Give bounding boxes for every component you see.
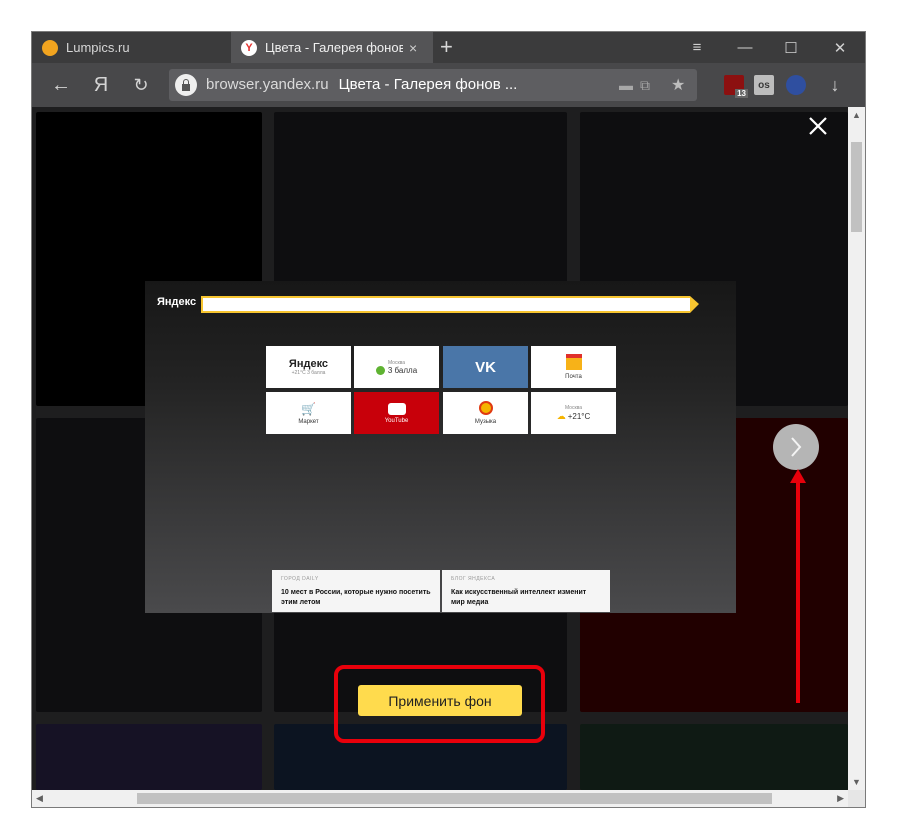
tab-color-gallery[interactable]: Y Цвета - Галерея фонов × [231, 32, 433, 63]
back-arrow-icon[interactable]: ← [42, 63, 80, 107]
comment-icon[interactable]: ▬ [619, 77, 633, 93]
scrollbar-corner [848, 790, 865, 807]
sd-title: Музыка [474, 419, 497, 425]
speed-dial-tile: Яндекс +21°C 3 балла [266, 346, 351, 388]
new-tab-plus-icon[interactable]: + [440, 34, 453, 60]
mail-icon [565, 354, 582, 370]
vpn-globe-icon[interactable] [786, 75, 806, 95]
music-icon [478, 401, 493, 415]
url-text[interactable]: browser.yandex.ru Цвета - Галерея фонов .… [206, 76, 517, 93]
scroll-left-icon[interactable]: ◀ [36, 793, 43, 804]
yandex-logo: Яндекс [157, 296, 197, 308]
vertical-scroll-thumb[interactable] [851, 142, 862, 232]
news-source: БЛОГ ЯНДЕКСА [451, 576, 496, 582]
tab-title: Lumpics.ru [66, 40, 130, 55]
url-host: browser.yandex.ru [206, 76, 329, 93]
preview-search-bar [201, 296, 699, 313]
yandex-button[interactable]: Я [82, 63, 120, 107]
bookmark-star-icon[interactable]: ★ [671, 75, 685, 95]
sd-sub: +21°C 3 балла [291, 370, 326, 376]
ublock-count: 13 [735, 89, 748, 98]
sd-title: Яндекс [288, 358, 329, 370]
weather-icon: ☁ [556, 410, 566, 421]
background-tile[interactable] [36, 724, 262, 790]
sd-value: 3 балла [375, 365, 417, 375]
news-headline: 10 мест в России, которые нужно посетить… [281, 589, 431, 606]
vertical-scrollbar[interactable]: ▲ ▼ [848, 107, 865, 790]
news-card: БЛОГ ЯНДЕКСА Как искусственный интеллект… [442, 570, 610, 612]
news-card: ГОРОД DAILY 10 мест в России, которые ну… [272, 570, 440, 612]
minimize-icon[interactable]: — [722, 32, 768, 63]
close-window-icon[interactable]: ✕ [817, 32, 863, 63]
apply-background-button[interactable]: Применить фон [358, 685, 522, 716]
cart-icon: 🛒 [301, 401, 316, 416]
ublock-icon[interactable]: 13 [724, 75, 748, 98]
horizontal-scrollbar[interactable]: ◀ ▶ [32, 790, 848, 807]
chevron-right-icon [791, 437, 802, 457]
speed-dial-tile: Музыка [443, 392, 528, 434]
page-title-in-omnibox: Цвета - Галерея фонов ... [338, 76, 518, 93]
yandex-favicon-icon: Y [241, 39, 257, 56]
tab-title: Цвета - Галерея фонов [265, 40, 403, 55]
scroll-up-icon[interactable]: ▲ [852, 110, 861, 120]
download-icon[interactable]: ↓ [816, 63, 854, 107]
vk-logo-icon: VK [475, 358, 496, 376]
gallery-viewport: Яндекс Яндекс +21°C 3 балла Москва 3 бал… [32, 107, 848, 790]
scroll-down-icon[interactable]: ▼ [852, 777, 861, 787]
speed-dial-tile: Почта [531, 346, 616, 388]
sd-title: YouTube [384, 417, 409, 424]
tab-close-icon[interactable]: × [409, 40, 417, 56]
speed-dial-tile: VK [443, 346, 528, 388]
sd-title: Маркет [298, 418, 319, 425]
menu-icon[interactable]: ≡ [674, 32, 720, 63]
speed-dial-tile: Москва ☁ +21°C [531, 392, 616, 434]
translate-icon[interactable]: ⧉ [640, 77, 650, 94]
horizontal-scroll-thumb[interactable] [137, 793, 772, 804]
scroll-right-icon[interactable]: ▶ [837, 793, 844, 804]
lumpics-favicon-icon [42, 39, 58, 56]
traffic-icon [375, 365, 385, 375]
address-bar[interactable]: browser.yandex.ru Цвета - Галерея фонов .… [169, 69, 697, 101]
lock-icon[interactable] [175, 74, 197, 96]
annotation-arrow [790, 469, 806, 703]
reload-icon[interactable]: ↻ [122, 63, 160, 107]
close-gallery-icon[interactable] [807, 115, 829, 137]
next-background-button[interactable] [773, 424, 819, 470]
sd-title: Почта [565, 374, 582, 380]
tab-lumpics[interactable]: Lumpics.ru [32, 32, 228, 63]
background-tile[interactable] [580, 724, 848, 790]
tab-bar: Lumpics.ru Y Цвета - Галерея фонов × + ≡… [32, 32, 865, 63]
toolbar: ← Я ↻ browser.yandex.ru Цвета - Галерея ф… [32, 63, 865, 107]
speed-dial-tile: Москва 3 балла [354, 346, 439, 388]
speed-dial-tile: 🛒 Маркет [266, 392, 351, 434]
speed-dial-tile: YouTube [354, 392, 439, 434]
lastpass-icon[interactable]: os [754, 75, 774, 95]
browser-window: Lumpics.ru Y Цвета - Галерея фонов × + ≡… [32, 32, 865, 807]
maximize-icon[interactable]: ☐ [768, 32, 814, 63]
youtube-play-icon [387, 402, 406, 415]
sd-value: ☁ +21°C [556, 410, 591, 421]
news-headline: Как искусственный интеллект изменит мир … [451, 589, 587, 606]
background-preview: Яндекс Яндекс +21°C 3 балла Москва 3 бал… [145, 281, 736, 613]
news-source: ГОРОД DAILY [281, 576, 319, 582]
